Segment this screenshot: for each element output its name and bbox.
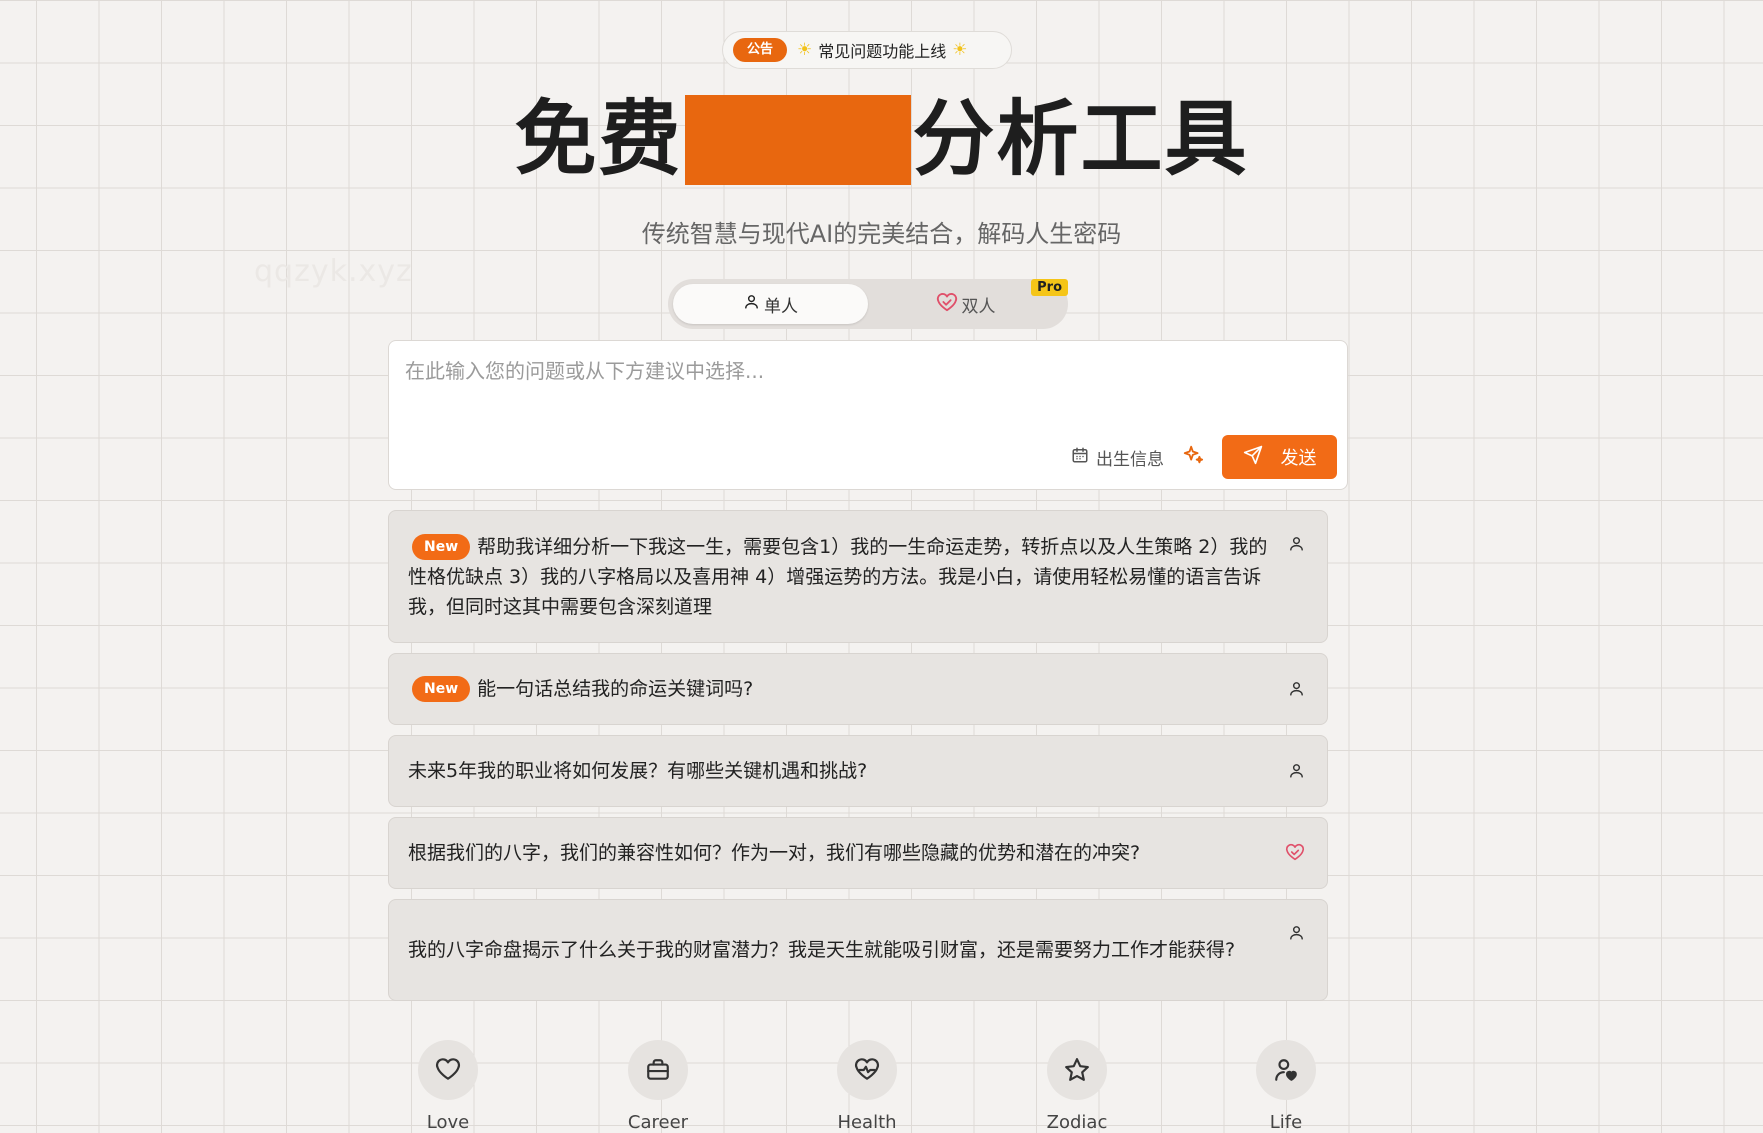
user-icon — [1288, 680, 1305, 697]
watermark: qqzyk.xyz — [254, 254, 413, 289]
title-left: 免费 — [514, 92, 683, 187]
page-subtitle: 传统智慧与现代AI的完美结合，解码人生密码 — [641, 220, 1122, 248]
heart-icon — [418, 1040, 478, 1100]
suggestion-item[interactable]: 根据我们的八字，我们的兼容性如何？作为一对，我们有哪些隐藏的优势和潜在的冲突? — [388, 817, 1328, 889]
sparkle-icon — [1182, 444, 1204, 470]
send-label: 发送 — [1280, 448, 1317, 469]
tab-double[interactable]: 双人 Pro — [868, 279, 1068, 324]
user-icon — [1288, 762, 1305, 779]
suggestion-text-wrap: New 帮助我详细分析一下我这一生，需要包含1）我的一生命运走势，转折点以及人生策… — [408, 532, 1269, 622]
suggestion-text: 帮助我详细分析一下我这一生，需要包含1）我的一生命运走势，转折点以及人生策略 2… — [408, 535, 1268, 618]
category-health[interactable]: Health — [807, 1040, 927, 1133]
question-input[interactable] — [403, 353, 1327, 417]
category-career[interactable]: Career — [598, 1040, 718, 1133]
heart-handshake-icon — [936, 292, 958, 317]
sparkle-button[interactable] — [1182, 444, 1204, 470]
birth-info-button[interactable]: 出生信息 — [1071, 445, 1164, 470]
pro-badge: Pro — [1031, 279, 1068, 296]
send-button[interactable]: 发送 — [1222, 435, 1337, 479]
heart-handshake-icon — [1285, 843, 1305, 861]
suggestion-text: 根据我们的八字，我们的兼容性如何？作为一对，我们有哪些隐藏的优势和潜在的冲突? — [408, 842, 1141, 864]
app-page: 公告 ☀ 常见问题功能上线 ☀ 免费 分析工具 传统智慧与现代AI的完美结合，解… — [0, 0, 1763, 1133]
category-love[interactable]: Love — [388, 1040, 508, 1133]
announcement-bar[interactable]: 公告 ☀ 常见问题功能上线 ☀ — [722, 31, 1012, 69]
tab-single-label: 单人 — [764, 296, 798, 317]
user-heart-icon — [1256, 1040, 1316, 1100]
announcement-content: ☀ 常见问题功能上线 ☀ — [797, 38, 968, 62]
user-icon — [1288, 535, 1305, 552]
send-icon — [1243, 445, 1263, 470]
input-actions: 出生信息 发送 — [1071, 435, 1337, 479]
new-badge: New — [412, 676, 471, 702]
question-card: 出生信息 发送 — [388, 340, 1348, 490]
sun-icon: ☀ — [797, 40, 813, 60]
mode-toggle: 单人 双人 Pro — [668, 279, 1068, 329]
user-icon — [1288, 924, 1305, 941]
suggestion-text-wrap: New 能一句话总结我的命运关键词吗? — [408, 674, 753, 704]
redacted-block — [684, 95, 911, 185]
star-icon — [1047, 1040, 1107, 1100]
category-zodiac[interactable]: Zodiac — [1017, 1040, 1137, 1133]
category-life[interactable]: Life — [1226, 1040, 1346, 1133]
calendar-icon — [1071, 446, 1089, 469]
birth-info-label: 出生信息 — [1096, 449, 1164, 470]
user-icon — [743, 293, 760, 315]
briefcase-icon — [628, 1040, 688, 1100]
heart-pulse-icon — [837, 1040, 897, 1100]
suggestion-item[interactable]: 我的八字命盘揭示了什么关于我的财富潜力？我是天生就能吸引财富，还是需要努力工作才… — [388, 899, 1328, 1001]
page-title: 免费 分析工具 — [0, 92, 1763, 188]
suggestion-text: 我的八字命盘揭示了什么关于我的财富潜力？我是天生就能吸引财富，还是需要努力工作才… — [408, 939, 1236, 961]
suggestion-text: 能一句话总结我的命运关键词吗? — [477, 678, 754, 700]
suggestion-item[interactable]: New 帮助我详细分析一下我这一生，需要包含1）我的一生命运走势，转折点以及人生策… — [388, 510, 1328, 643]
suggestion-text: 未来5年我的职业将如何发展？有哪些关键机遇和挑战? — [408, 760, 868, 782]
tab-single[interactable]: 单人 — [673, 284, 868, 324]
new-badge: New — [412, 533, 471, 560]
announcement-text: 常见问题功能上线 — [818, 42, 947, 61]
sun-icon: ☀ — [952, 40, 968, 60]
tab-double-label: 双人 — [961, 296, 996, 317]
announcement-badge: 公告 — [733, 38, 788, 62]
suggestion-item[interactable]: New 能一句话总结我的命运关键词吗? — [388, 653, 1328, 725]
suggestion-item[interactable]: 未来5年我的职业将如何发展？有哪些关键机遇和挑战? — [388, 735, 1328, 807]
title-right: 分析工具 — [912, 92, 1249, 187]
